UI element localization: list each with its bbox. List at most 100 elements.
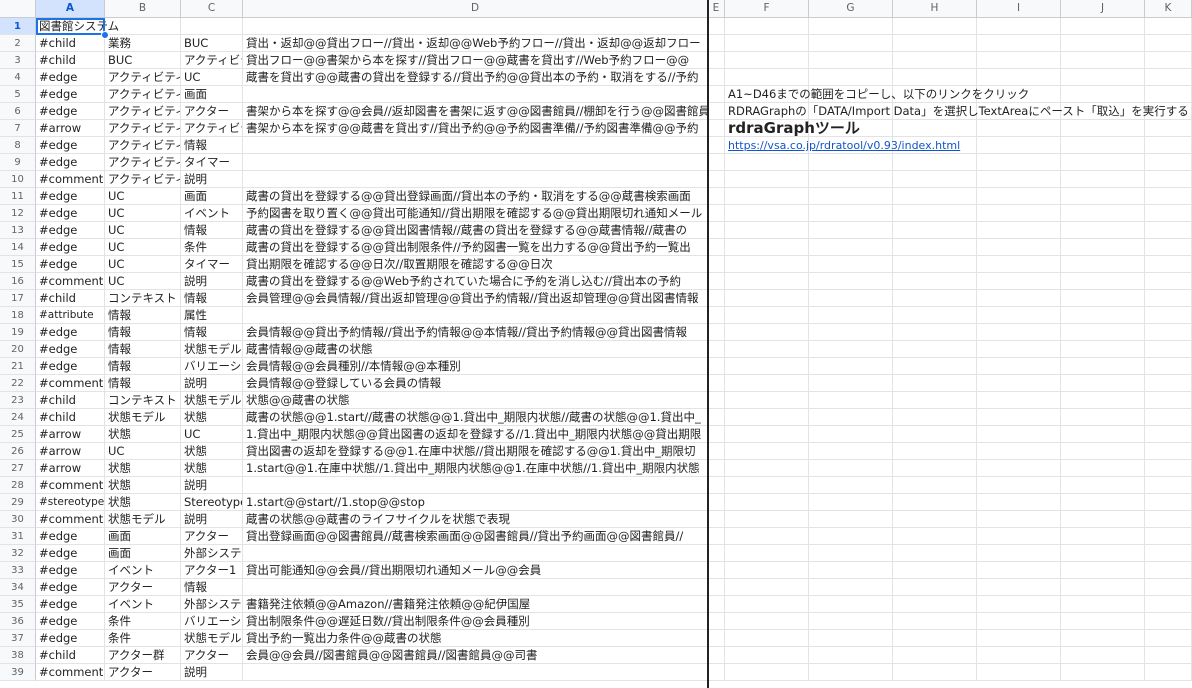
row-header[interactable]: 16 [0, 273, 36, 290]
cell-b2[interactable]: 業務 [105, 35, 181, 52]
cell-i16[interactable] [977, 273, 1061, 290]
cell-h23[interactable] [893, 392, 977, 409]
cell-f13[interactable] [725, 222, 809, 239]
cell-c16[interactable]: 説明 [181, 273, 243, 290]
cell-b38[interactable]: アクター群 [105, 647, 181, 664]
cell-h36[interactable] [893, 613, 977, 630]
cell-d1[interactable] [243, 18, 708, 35]
cell-d24[interactable]: 蔵書の状態@@1.start//蔵書の状態@@1.貸出中_期限内状態//蔵書の状… [243, 409, 708, 426]
cell-e29[interactable] [708, 494, 725, 511]
row-header[interactable]: 28 [0, 477, 36, 494]
cell-d14[interactable]: 蔵書の貸出を登録する@@貸出制限条件//予約図書一覧を出力する@@貸出予約一覧出 [243, 239, 708, 256]
cell-g1[interactable] [809, 18, 893, 35]
cell-f23[interactable] [725, 392, 809, 409]
cell-d5[interactable] [243, 86, 708, 103]
column-header-d[interactable]: D [243, 0, 708, 18]
cell-a22[interactable]: #comment [36, 375, 105, 392]
cell-e8[interactable] [708, 137, 725, 154]
cell-b35[interactable]: イベント [105, 596, 181, 613]
cell-f32[interactable] [725, 545, 809, 562]
cell-b27[interactable]: 状態 [105, 460, 181, 477]
cell-j15[interactable] [1061, 256, 1145, 273]
cell-b33[interactable]: イベント [105, 562, 181, 579]
cell-g36[interactable] [809, 613, 893, 630]
cell-g29[interactable] [809, 494, 893, 511]
cell-f39[interactable] [725, 664, 809, 681]
cell-g39[interactable] [809, 664, 893, 681]
cell-i13[interactable] [977, 222, 1061, 239]
cell-b11[interactable]: UC [105, 188, 181, 205]
cell-d36[interactable]: 貸出制限条件@@遅延日数//貸出制限条件@@会員種別 [243, 613, 708, 630]
cell-i17[interactable] [977, 290, 1061, 307]
cell-i12[interactable] [977, 205, 1061, 222]
cell-g11[interactable] [809, 188, 893, 205]
cell-j3[interactable] [1061, 52, 1145, 69]
column-header-j[interactable]: J [1061, 0, 1145, 18]
cell-k1[interactable] [1145, 18, 1192, 35]
cell-b31[interactable]: 画面 [105, 528, 181, 545]
cell-h21[interactable] [893, 358, 977, 375]
cell-k16[interactable] [1145, 273, 1192, 290]
cell-g15[interactable] [809, 256, 893, 273]
cell-c6[interactable]: アクター [181, 103, 243, 120]
cell-b39[interactable]: アクター [105, 664, 181, 681]
cell-j4[interactable] [1061, 69, 1145, 86]
cell-c39[interactable]: 説明 [181, 664, 243, 681]
cell-b5[interactable]: アクティビティ [105, 86, 181, 103]
cell-c26[interactable]: 状態 [181, 443, 243, 460]
cell-j24[interactable] [1061, 409, 1145, 426]
cell-c29[interactable]: Stereotype [181, 494, 243, 511]
cell-b17[interactable]: コンテキスト [105, 290, 181, 307]
cell-a36[interactable]: #edge [36, 613, 105, 630]
cell-a34[interactable]: #edge [36, 579, 105, 596]
row-header[interactable]: 5 [0, 86, 36, 103]
cell-i20[interactable] [977, 341, 1061, 358]
cell-d26[interactable]: 貸出図書の返却を登録する@@1.在庫中状態//貸出期限を確認する@@1.貸出中_… [243, 443, 708, 460]
cell-d37[interactable]: 貸出予約一覧出力条件@@蔵書の状態 [243, 630, 708, 647]
cell-g35[interactable] [809, 596, 893, 613]
cell-a4[interactable]: #edge [36, 69, 105, 86]
cell-h25[interactable] [893, 426, 977, 443]
cell-g32[interactable] [809, 545, 893, 562]
cell-b7[interactable]: アクティビティ [105, 120, 181, 137]
cell-k17[interactable] [1145, 290, 1192, 307]
cell-e15[interactable] [708, 256, 725, 273]
cell-c31[interactable]: アクター [181, 528, 243, 545]
cell-c33[interactable]: アクター1 [181, 562, 243, 579]
cell-e25[interactable] [708, 426, 725, 443]
cell-j14[interactable] [1061, 239, 1145, 256]
row-header[interactable]: 12 [0, 205, 36, 222]
cell-a16[interactable]: #comment [36, 273, 105, 290]
cell-f36[interactable] [725, 613, 809, 630]
cell-c20[interactable]: 状態モデル [181, 341, 243, 358]
tool-link[interactable]: https://vsa.co.jp/rdratool/v0.93/index.h… [725, 137, 1192, 154]
cell-k4[interactable] [1145, 69, 1192, 86]
cell-k19[interactable] [1145, 324, 1192, 341]
cell-a3[interactable]: #child [36, 52, 105, 69]
cell-f3[interactable] [725, 52, 809, 69]
cell-c38[interactable]: アクター [181, 647, 243, 664]
cell-c23[interactable]: 状態モデル [181, 392, 243, 409]
column-header-a[interactable]: A [36, 0, 105, 18]
cell-c34[interactable]: 情報 [181, 579, 243, 596]
row-header[interactable]: 11 [0, 188, 36, 205]
cell-i28[interactable] [977, 477, 1061, 494]
cell-k38[interactable] [1145, 647, 1192, 664]
cell-i37[interactable] [977, 630, 1061, 647]
cell-f31[interactable] [725, 528, 809, 545]
cell-a25[interactable]: #arrow [36, 426, 105, 443]
cell-i3[interactable] [977, 52, 1061, 69]
cell-j16[interactable] [1061, 273, 1145, 290]
cell-h1[interactable] [893, 18, 977, 35]
cell-k25[interactable] [1145, 426, 1192, 443]
cell-g10[interactable] [809, 171, 893, 188]
cell-g9[interactable] [809, 154, 893, 171]
cell-d25[interactable]: 1.貸出中_期限内状態@@貸出図書の返却を登録する//1.貸出中_期限内状態@@… [243, 426, 708, 443]
cell-k34[interactable] [1145, 579, 1192, 596]
cell-h19[interactable] [893, 324, 977, 341]
cell-e5[interactable] [708, 86, 725, 103]
cell-a24[interactable]: #child [36, 409, 105, 426]
cell-i9[interactable] [977, 154, 1061, 171]
cell-h2[interactable] [893, 35, 977, 52]
cell-d21[interactable]: 会員情報@@会員種別//本情報@@本種別 [243, 358, 708, 375]
